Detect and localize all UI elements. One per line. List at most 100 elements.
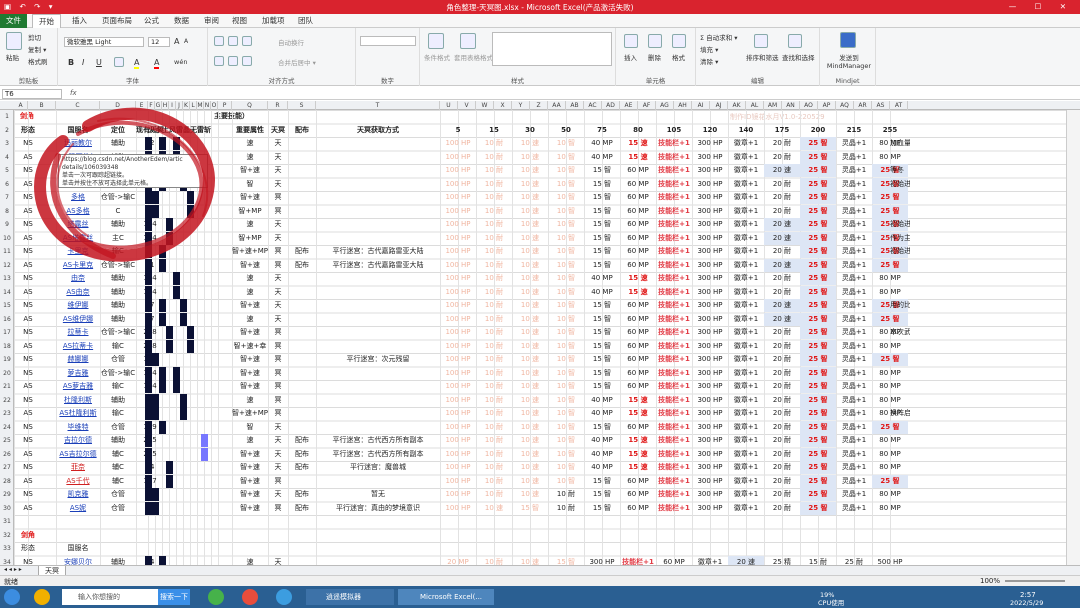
column-header[interactable]: AQ <box>836 101 854 110</box>
table-row[interactable]: ASAS维伊娜辅助77速天100 HP10 耐10 速10 智15 智60 MP… <box>14 312 1066 327</box>
grow-font-button[interactable]: A <box>174 37 179 46</box>
table-row[interactable]: ASAS多格C68智+MP冥100 HP10 耐10 速10 智15 智60 M… <box>14 204 1066 219</box>
format-cells-button[interactable]: 格式 <box>672 52 685 62</box>
column-header[interactable]: L <box>190 101 197 110</box>
row-header[interactable]: 19 <box>0 356 14 363</box>
delete-cells-icon[interactable] <box>648 34 662 48</box>
cell-styles-gallery[interactable] <box>492 32 612 66</box>
align-bottom-icon[interactable] <box>242 36 252 46</box>
delete-cells-button[interactable]: 删除 <box>648 52 661 62</box>
italic-button[interactable]: I <box>82 58 84 67</box>
column-header[interactable]: AS <box>872 101 890 110</box>
align-right-icon[interactable] <box>242 56 252 66</box>
tab-1[interactable]: 开始 <box>32 14 61 28</box>
tab-5[interactable]: 数据 <box>168 14 195 28</box>
column-header[interactable]: V <box>458 101 476 110</box>
align-left-icon[interactable] <box>214 56 224 66</box>
tab-8[interactable]: 加载项 <box>256 14 291 28</box>
column-header[interactable]: AP <box>818 101 836 110</box>
search-button[interactable]: 搜索一下 <box>158 589 190 605</box>
column-header[interactable]: U <box>440 101 458 110</box>
column-header[interactable]: AO <box>800 101 818 110</box>
phonetic-button[interactable]: wén <box>174 58 187 66</box>
copy-button[interactable]: 复制 ▾ <box>28 44 46 54</box>
table-row[interactable]: ASAS萝吉雅输C104智+速冥100 HP10 耐10 速10 智15 智60… <box>14 380 1066 394</box>
font-size-select[interactable]: 12 <box>148 37 170 47</box>
column-header[interactable]: M <box>197 101 204 110</box>
zoom-slider[interactable] <box>1005 580 1065 582</box>
table-row[interactable]: NS维伊娜辅助77智+速天100 HP10 耐10 速10 智15 智60 MP… <box>14 299 1066 313</box>
name-box[interactable]: T6 <box>2 89 62 99</box>
wrap-text-button[interactable]: 自动换行 <box>278 37 304 47</box>
conditional-format-icon[interactable] <box>428 33 444 49</box>
table-row[interactable]: NS毕维特仓管119智天100 HP10 耐10 速10 智15 智60 MP技… <box>14 420 1066 435</box>
row-header[interactable]: 8 <box>0 208 14 215</box>
column-header[interactable]: AG <box>656 101 674 110</box>
font-name-select[interactable]: 微软雅黑 Light <box>64 37 144 47</box>
shrink-font-button[interactable]: A <box>184 38 188 45</box>
conditional-format-button[interactable]: 条件格式 <box>424 52 450 62</box>
column-header[interactable]: R <box>268 101 288 110</box>
row-header[interactable]: 24 <box>0 424 14 431</box>
tab-9[interactable]: 团队 <box>292 14 319 28</box>
column-header[interactable]: Y <box>512 101 530 110</box>
column-header[interactable]: AA <box>548 101 566 110</box>
tab-3[interactable]: 页面布局 <box>96 14 138 28</box>
window-controls[interactable]: — ☐ ✕ <box>1009 2 1074 11</box>
table-row[interactable]: NS塔露丝辅助144速天100 HP10 耐10 速10 智15 智60 MP技… <box>14 218 1066 232</box>
cut-button[interactable]: 剪切 <box>28 32 41 42</box>
row-header[interactable]: 26 <box>0 451 14 458</box>
taskbar-excel[interactable]: Microsoft Excel(... <box>398 589 494 605</box>
table-row[interactable]: ASAS卡里克仓管->输C61智+速冥配布平行迷宫：古代嘉路雷亚大陆100 HP… <box>14 258 1066 273</box>
column-header[interactable]: Q <box>232 101 268 110</box>
find-select-button[interactable]: 查找和选择 <box>782 52 815 62</box>
row-header[interactable]: 32 <box>0 532 14 539</box>
column-header[interactable]: N <box>204 101 211 110</box>
table-row[interactable]: ASAS吉拉尔德辅C255智+速天配布平行迷宫：古代西方所有副本100 HP10… <box>14 447 1066 462</box>
table-row[interactable]: NS安娜贝尔辅助54速天20 MP10 耐10 速15 智300 HP技能栏+1… <box>14 555 1066 565</box>
table-row[interactable]: NS吉拉尔德辅助255速天配布平行迷宫：古代西方所有副本100 HP10 耐10… <box>14 434 1066 448</box>
row-header[interactable]: 12 <box>0 262 14 269</box>
row-header[interactable]: 14 <box>0 289 14 296</box>
border-icon[interactable] <box>114 57 124 67</box>
column-header[interactable]: AR <box>854 101 872 110</box>
row-header[interactable]: 23 <box>0 410 14 417</box>
zoom-level[interactable]: 100% <box>980 577 1000 585</box>
table-row[interactable]: NS多格仓管->输C68智+速冥100 HP10 耐10 速10 智15 智60… <box>14 191 1066 205</box>
row-header[interactable]: 21 <box>0 383 14 390</box>
column-header[interactable]: H <box>162 101 169 110</box>
row-header[interactable]: 2 <box>0 127 14 134</box>
column-header[interactable]: AE <box>620 101 638 110</box>
column-header[interactable]: A <box>14 101 28 110</box>
row-header[interactable]: 17 <box>0 329 14 336</box>
row-header[interactable]: 25 <box>0 437 14 444</box>
column-header[interactable]: AM <box>764 101 782 110</box>
row-header[interactable]: 10 <box>0 235 14 242</box>
clear-button[interactable]: 清除 ▾ <box>700 56 718 66</box>
table-format-button[interactable]: 套用表格格式 <box>454 52 493 62</box>
number-format-select[interactable] <box>360 36 416 46</box>
column-header[interactable]: K <box>183 101 190 110</box>
tab-0[interactable]: 文件 <box>0 14 27 28</box>
send-mindmanager-button[interactable]: 发送到 MindManager <box>822 52 876 70</box>
column-header[interactable]: AK <box>728 101 746 110</box>
table-row[interactable]: ASAS杜隆利斯输C44智+速+MP冥100 HP10 耐10 速10 智40 … <box>14 407 1066 421</box>
row-header[interactable]: 3 <box>0 140 14 147</box>
row-header[interactable]: 20 <box>0 370 14 377</box>
app-icon[interactable] <box>276 589 292 605</box>
row-header[interactable]: 27 <box>0 464 14 471</box>
sort-filter-icon[interactable] <box>754 34 768 48</box>
start-icon[interactable] <box>4 589 20 605</box>
column-header[interactable]: B <box>28 101 56 110</box>
row-header[interactable]: 1 <box>0 113 14 120</box>
column-header[interactable]: AC <box>584 101 602 110</box>
table-row[interactable]: 形态 国服名 <box>14 542 1066 556</box>
font-color-button[interactable]: A <box>154 58 160 69</box>
table-row[interactable] <box>14 515 1066 529</box>
vertical-scrollbar[interactable] <box>1066 110 1080 565</box>
paste-icon[interactable] <box>6 32 22 50</box>
table-row[interactable]: NS玛丽教尔辅助32速天100 HP10 耐10 速10 智40 MP15 速技… <box>14 137 1066 151</box>
row-header[interactable]: 15 <box>0 302 14 309</box>
align-middle-icon[interactable] <box>228 36 238 46</box>
fill-color-button[interactable]: A <box>134 58 140 69</box>
